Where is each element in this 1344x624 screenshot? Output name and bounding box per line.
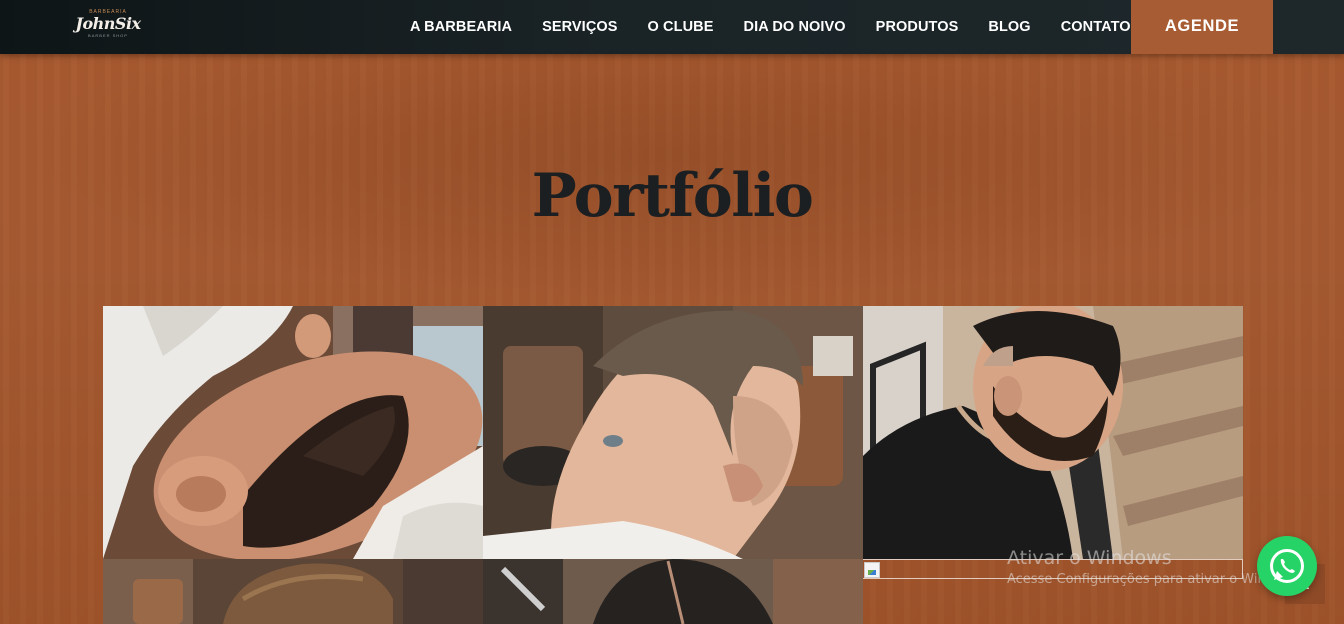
gallery-photo-slick-part[interactable] [483,559,863,624]
nav-produtos[interactable]: PRODUTOS [861,0,974,54]
logo-bottom-text: BARBER SHOP [88,33,128,38]
whatsapp-button[interactable] [1257,536,1317,596]
gallery-photo-beard-towel[interactable] [103,306,483,559]
gallery-photo-bearded-client[interactable] [863,306,1243,559]
nav-servicos[interactable]: SERVIÇOS [527,0,632,54]
nav-a-barbearia[interactable]: A BARBEARIA [395,0,527,54]
site-header: BARBEARIA JohnSix BARBER SHOP A BARBEARI… [0,0,1344,54]
nav-dia-do-noivo[interactable]: DIA DO NOIVO [729,0,861,54]
broken-image-icon [864,562,880,578]
page-title: Portfólio [531,161,814,231]
logo[interactable]: BARBEARIA JohnSix BARBER SHOP [72,9,144,43]
nav-o-clube[interactable]: O CLUBE [633,0,729,54]
gallery-photo-haircut-top[interactable] [103,559,483,624]
main-nav: A BARBEARIA SERVIÇOS O CLUBE DIA DO NOIV… [395,0,1146,54]
gallery-photo-skin-fade[interactable] [483,306,863,559]
whatsapp-icon [1270,549,1304,583]
agende-button[interactable]: AGENDE [1131,0,1273,54]
logo-wordmark: JohnSix [75,14,141,33]
nav-blog[interactable]: BLOG [973,0,1045,54]
